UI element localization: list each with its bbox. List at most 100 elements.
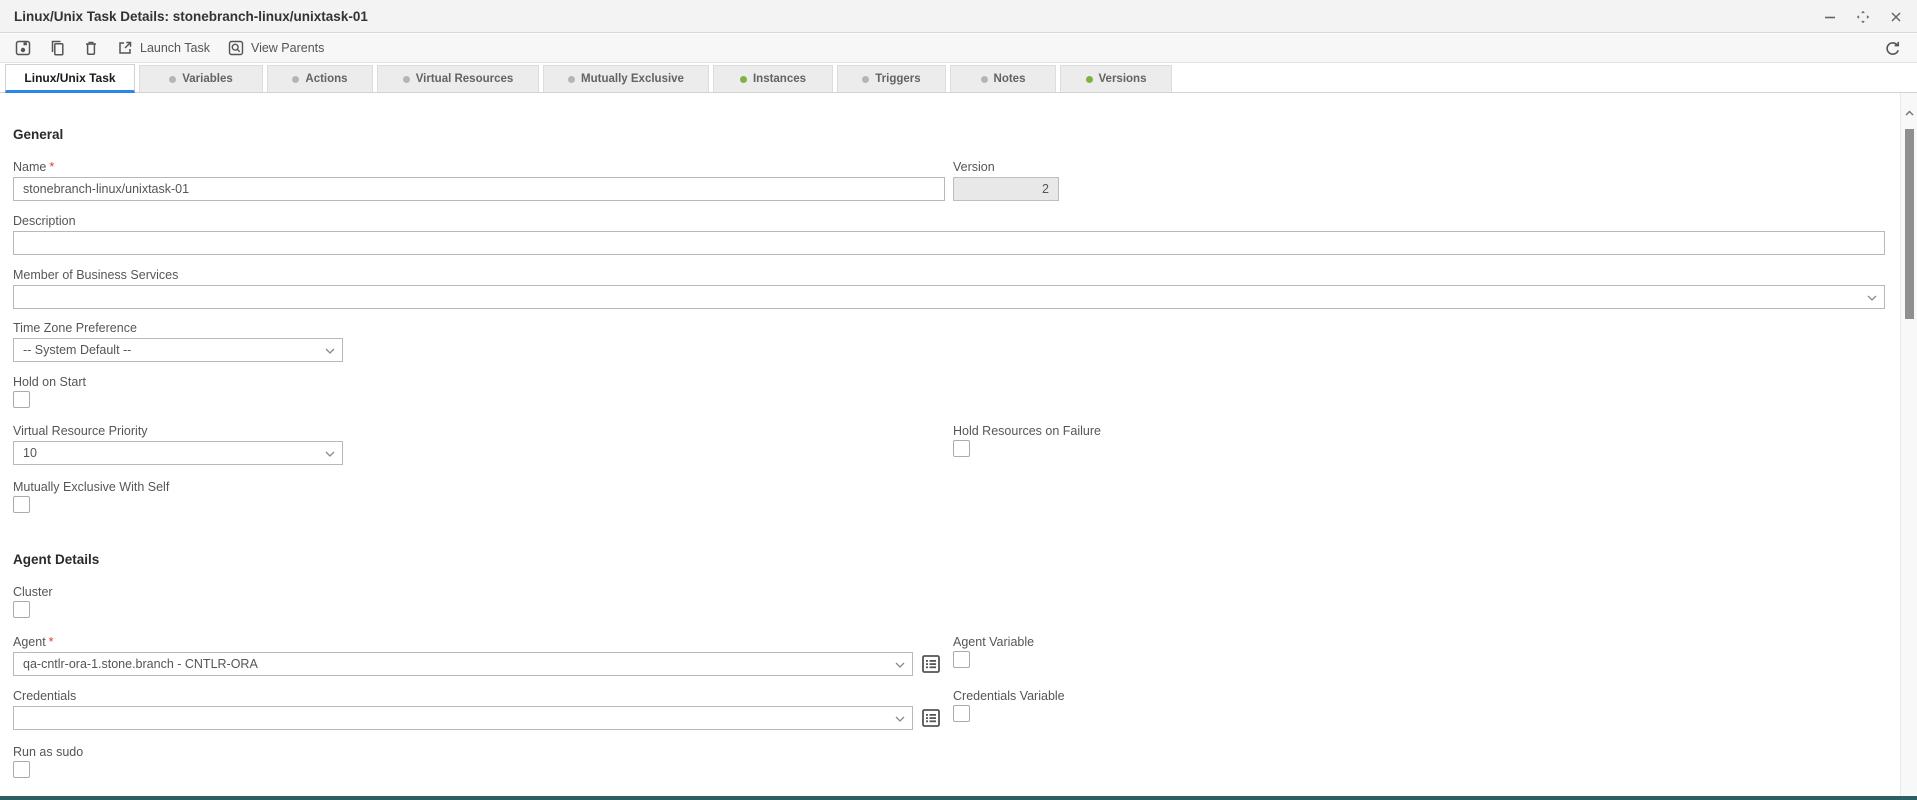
agent-variable-checkbox[interactable] <box>953 651 970 668</box>
status-dot-gray-icon <box>981 76 988 83</box>
view-parents-label: View Parents <box>251 41 324 55</box>
description-row: Description <box>13 215 1885 255</box>
agent-combobox[interactable]: qa-cntlr-ora-1.stone.branch - CNTLR-ORA <box>13 652 913 676</box>
task-form: General Name* Version 2 Description Memb… <box>0 93 1900 796</box>
tab-label: Virtual Resources <box>416 73 514 85</box>
run-as-sudo-checkbox[interactable] <box>13 761 30 778</box>
tab-label: Linux/Unix Task <box>24 71 115 85</box>
mutually-exclusive-with-self-row: Mutually Exclusive With Self <box>13 481 1885 513</box>
tab-versions[interactable]: Versions <box>1060 65 1172 92</box>
run-as-sudo-row: Run as sudo <box>13 746 1885 778</box>
minimize-icon[interactable] <box>1821 8 1839 26</box>
titlebar: Linux/Unix Task Details: stonebranch-lin… <box>0 0 1917 33</box>
list-icon <box>922 709 940 727</box>
launch-task-button[interactable]: Launch Task <box>111 35 216 61</box>
tab-label: Instances <box>753 73 806 85</box>
virtual-resource-priority-value: 10 <box>23 446 37 460</box>
tab-virtual-resources[interactable]: Virtual Resources <box>377 65 539 92</box>
close-icon[interactable] <box>1887 8 1905 26</box>
chevron-down-icon <box>325 451 335 458</box>
status-dot-gray-icon <box>292 76 299 83</box>
view-parents-icon <box>228 40 244 56</box>
tab-label: Variables <box>182 73 233 85</box>
time-zone-row: Time Zone Preference -- System Default -… <box>13 322 1885 362</box>
required-asterisk: * <box>49 160 54 174</box>
time-zone-preference-select[interactable]: -- System Default -- <box>13 338 343 362</box>
tab-label: Actions <box>305 73 347 85</box>
agent-row: Agent* qa-cntlr-ora-1.stone.branch - CNT… <box>13 636 1885 676</box>
tab-notes[interactable]: Notes <box>950 65 1056 92</box>
tab-label: Mutually Exclusive <box>581 73 684 85</box>
tab-label: Versions <box>1099 73 1147 85</box>
tab-mutually-exclusive[interactable]: Mutually Exclusive <box>543 65 709 92</box>
credentials-row: Credentials Credentials Variable <box>13 690 1885 730</box>
status-dot-gray-icon <box>862 76 869 83</box>
copy-button[interactable] <box>43 35 71 61</box>
cluster-row: Cluster <box>13 586 1885 618</box>
chevron-down-icon <box>895 716 905 723</box>
bottom-edge-strip <box>0 796 1917 800</box>
agent-details-list-button[interactable] <box>921 654 941 674</box>
version-value: 2 <box>953 177 1059 201</box>
status-dot-gray-icon <box>403 76 410 83</box>
vertical-scrollbar <box>1900 93 1917 800</box>
list-icon <box>922 655 940 673</box>
cluster-label: Cluster <box>13 586 1885 599</box>
tab-actions[interactable]: Actions <box>267 65 373 92</box>
credentials-variable-col: Credentials Variable <box>953 690 1065 722</box>
cluster-checkbox[interactable] <box>13 601 30 618</box>
credentials-combobox[interactable] <box>13 706 913 730</box>
delete-button[interactable] <box>77 35 105 61</box>
hold-on-start-label: Hold on Start <box>13 376 1885 389</box>
section-heading-general: General <box>13 127 1885 142</box>
status-dot-green-icon <box>740 76 747 83</box>
name-input[interactable] <box>13 177 945 201</box>
launch-icon <box>117 40 133 56</box>
refresh-icon[interactable] <box>1878 36 1907 62</box>
scrollbar-thumb[interactable] <box>1905 129 1914 319</box>
time-zone-preference-label: Time Zone Preference <box>13 322 1885 335</box>
section-heading-agent-details: Agent Details <box>13 552 1885 567</box>
version-col: Version 2 <box>953 161 1059 201</box>
agent-variable-label: Agent Variable <box>953 636 1034 649</box>
name-label: Name* <box>13 161 1885 174</box>
status-dot-green-icon <box>1086 76 1093 83</box>
scroll-up-icon[interactable] <box>1904 108 1915 119</box>
description-label: Description <box>13 215 1885 228</box>
mutually-exclusive-with-self-checkbox[interactable] <box>13 496 30 513</box>
agent-variable-col: Agent Variable <box>953 636 1034 668</box>
chevron-down-icon <box>325 348 335 355</box>
hold-on-start-row: Hold on Start <box>13 376 1885 408</box>
member-of-business-services-label: Member of Business Services <box>13 269 1885 282</box>
status-dot-gray-icon <box>169 76 176 83</box>
hold-resources-on-failure-label: Hold Resources on Failure <box>953 425 1101 438</box>
save-button[interactable] <box>9 35 37 61</box>
mutually-exclusive-with-self-label: Mutually Exclusive With Self <box>13 481 1885 494</box>
member-of-business-services-combobox[interactable] <box>13 285 1885 309</box>
tab-bar: Linux/Unix Task Variables Actions Virtua… <box>0 64 1917 93</box>
chevron-down-icon <box>1867 295 1877 302</box>
move-resize-icon[interactable] <box>1854 8 1872 26</box>
hold-resources-on-failure-checkbox[interactable] <box>953 440 970 457</box>
toolbar: Launch Task View Parents <box>0 34 1917 63</box>
credentials-variable-checkbox[interactable] <box>953 705 970 722</box>
description-input[interactable] <box>13 231 1885 255</box>
tab-triggers[interactable]: Triggers <box>837 65 946 92</box>
virtual-resource-priority-select[interactable]: 10 <box>13 441 343 465</box>
time-zone-preference-value: -- System Default -- <box>23 343 131 357</box>
launch-task-label: Launch Task <box>140 41 210 55</box>
required-asterisk: * <box>49 635 54 649</box>
status-dot-gray-icon <box>568 76 575 83</box>
run-as-sudo-label: Run as sudo <box>13 746 1885 759</box>
agent-label: Agent* <box>13 636 1885 649</box>
tab-instances[interactable]: Instances <box>713 65 833 92</box>
credentials-details-list-button[interactable] <box>921 708 941 728</box>
window-controls <box>1821 0 1905 33</box>
tab-linux-unix-task[interactable]: Linux/Unix Task <box>5 64 135 93</box>
window-title: Linux/Unix Task Details: stonebranch-lin… <box>14 9 368 24</box>
hold-on-start-checkbox[interactable] <box>13 391 30 408</box>
chevron-down-icon <box>895 662 905 669</box>
tab-variables[interactable]: Variables <box>139 65 263 92</box>
name-version-row: Name* Version 2 <box>13 161 1885 201</box>
view-parents-button[interactable]: View Parents <box>222 35 330 61</box>
